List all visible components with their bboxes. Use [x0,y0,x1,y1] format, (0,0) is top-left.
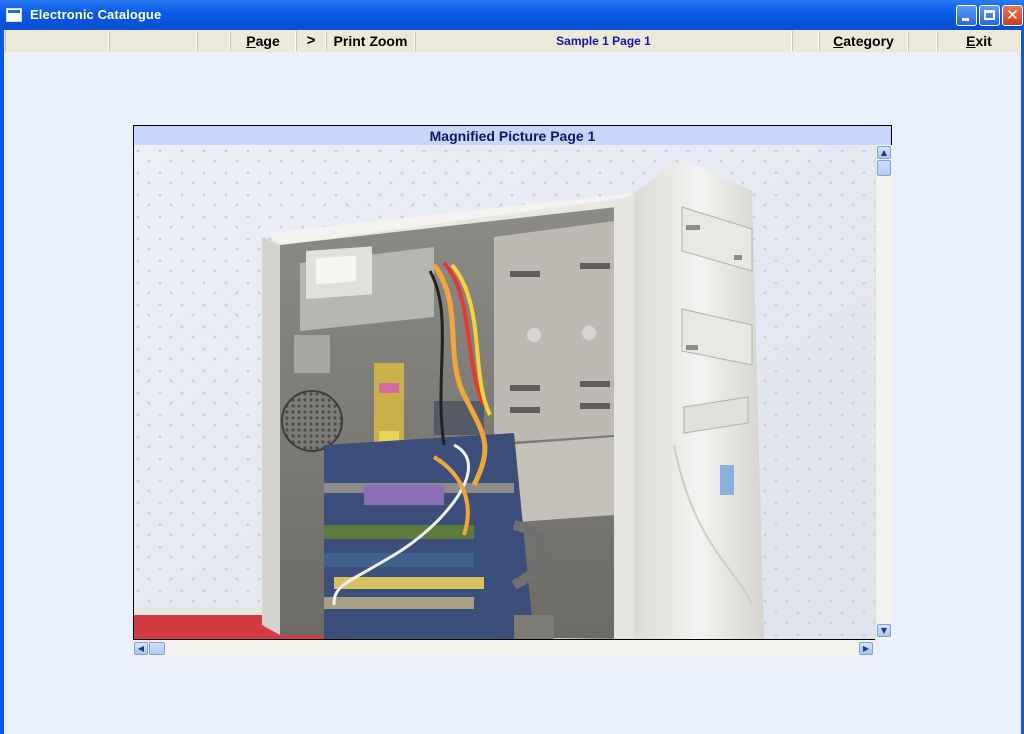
vertical-scrollbar[interactable]: ▲ ▼ [875,145,892,640]
menu-bar: Page > Print Zoom Sample 1 Page 1 Catego… [4,30,1021,52]
menu-blank-2 [109,31,197,51]
panel-heading: Magnified Picture Page 1 [133,125,892,146]
picture-viewer[interactable] [133,145,892,640]
app-icon[interactable] [6,8,22,22]
maximize-icon [984,10,995,20]
menu-blank-5 [908,31,937,51]
page-menu[interactable]: Page [230,31,296,51]
vertical-scroll-thumb[interactable] [877,160,891,176]
menu-blank-3 [197,31,230,51]
category-menu-label: Category [833,33,894,49]
maximize-button[interactable] [979,5,1000,26]
scroll-corner [875,640,892,657]
client-area: Page > Print Zoom Sample 1 Page 1 Catego… [4,30,1021,734]
page-menu-label: Page [246,33,280,49]
close-icon: ✕ [1006,6,1019,24]
app-window: Electronic Catalogue ✕ Page > Print Zoom… [0,0,1024,734]
minimize-icon [962,18,969,21]
menu-blank-4 [792,31,819,51]
title-bar[interactable]: Electronic Catalogue ✕ [0,0,1024,30]
status-label: Sample 1 Page 1 [415,31,792,51]
horizontal-scrollbar[interactable]: ◀ ▶ [133,640,875,657]
minimize-button[interactable] [956,5,977,26]
print-zoom-button[interactable]: Print Zoom [326,31,415,51]
next-page-button[interactable]: > [296,31,326,51]
scroll-right-icon[interactable]: ▶ [859,642,873,655]
magnified-picture-panel: Magnified Picture Page 1 ▲ ▼ ◀ ▶ [133,125,893,659]
computer-tower-photo [134,145,876,639]
horizontal-scroll-thumb[interactable] [149,642,165,655]
scroll-up-icon[interactable]: ▲ [877,146,891,159]
category-menu[interactable]: Category [819,31,908,51]
scroll-left-icon[interactable]: ◀ [134,642,148,655]
exit-button[interactable]: Exit [937,31,1021,51]
window-title: Electronic Catalogue [30,7,162,22]
menu-blank-1 [5,31,109,51]
exit-label: Exit [966,33,992,49]
close-button[interactable]: ✕ [1002,5,1023,26]
scroll-down-icon[interactable]: ▼ [877,624,891,637]
